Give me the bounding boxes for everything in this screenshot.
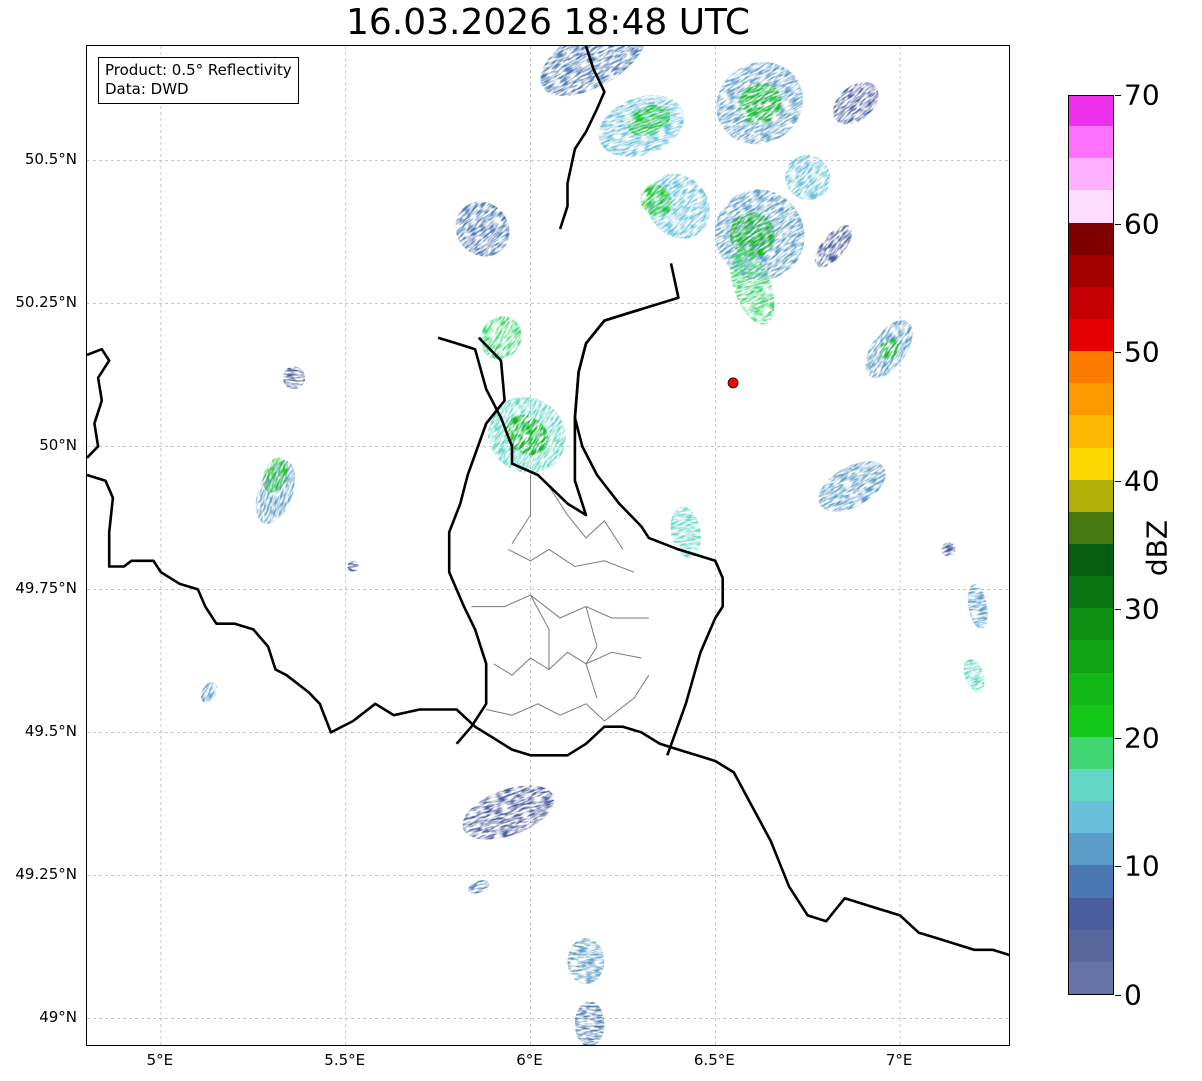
- lat-tick-label: 50.5°N: [24, 150, 77, 169]
- radar-echo: [200, 682, 218, 703]
- country-borders: [87, 46, 1009, 957]
- product-text: Product: 0.5° Reflectivity: [105, 61, 292, 79]
- radar-echo: [468, 880, 490, 894]
- colorbar-segment: [1069, 511, 1113, 544]
- country-border-line: [573, 263, 725, 756]
- colorbar-segment: [1069, 961, 1113, 994]
- country-border-line: [447, 336, 506, 745]
- colorbar-segment: [1069, 318, 1113, 352]
- radar-echo: [347, 560, 359, 573]
- lon-tick-label: 6°E: [516, 1051, 543, 1069]
- radar-echo: [462, 785, 555, 840]
- colorbar-label: dBZ: [1140, 519, 1174, 577]
- lon-tick-label: 6.5°E: [693, 1051, 735, 1069]
- radar-echo: [567, 938, 605, 985]
- data-source-text: Data: DWD: [105, 80, 189, 98]
- colorbar-segment: [1069, 607, 1113, 641]
- colorbar-tick-label: 60: [1124, 207, 1160, 241]
- region-border-line: [508, 548, 635, 573]
- region-border-line: [493, 651, 642, 676]
- colorbar-segment: [1069, 864, 1113, 898]
- colorbar-tick-label: 10: [1124, 849, 1160, 883]
- radar-echo: [967, 583, 988, 630]
- lon-tick-label: 5.5°E: [324, 1051, 366, 1069]
- colorbar-segment: [1069, 736, 1113, 769]
- region-border-line: [486, 674, 650, 722]
- colorbar-segment: [1069, 382, 1113, 416]
- colorbar-segment: [1069, 414, 1113, 448]
- colorbar-segment: [1069, 221, 1113, 255]
- region-border-line: [471, 594, 649, 619]
- radar-site-layer: [727, 377, 739, 389]
- colorbar-segment: [1069, 189, 1113, 223]
- radar-map-canvas: [87, 46, 1009, 1045]
- colorbar-tick-label: 0: [1124, 978, 1142, 1012]
- region-border-line: [585, 606, 598, 699]
- radar-echo: [833, 82, 879, 125]
- colorbar-tick-mark: [1115, 866, 1121, 868]
- radar-echo: [455, 201, 510, 257]
- region-border-line: [530, 594, 550, 670]
- colorbar-segment: [1069, 96, 1113, 127]
- colorbar-segment: [1069, 639, 1113, 673]
- colorbar-tick-mark: [1115, 609, 1121, 611]
- colorbar-tick-label: 20: [1124, 721, 1160, 755]
- lat-tick-label: 49°N: [39, 1008, 77, 1027]
- radar-echo: [963, 658, 985, 692]
- colorbar-segment: [1069, 575, 1113, 609]
- colorbar-segment: [1069, 896, 1113, 930]
- colorbar-segment: [1069, 446, 1113, 480]
- lat-tick-label: 49.25°N: [15, 865, 77, 884]
- radar-echo: [574, 1001, 605, 1045]
- lat-tick-label: 50°N: [39, 436, 77, 455]
- region-border-line: [511, 475, 531, 544]
- lat-tick-label: 49.5°N: [24, 722, 77, 741]
- lat-tick-label: 50.25°N: [15, 293, 77, 312]
- colorbar-tick-mark: [1115, 352, 1121, 354]
- lon-tick-label: 7°E: [885, 1051, 913, 1069]
- colorbar-tick-mark: [1115, 737, 1121, 739]
- colorbar-tick-mark: [1115, 995, 1121, 996]
- colorbar-segment: [1069, 704, 1113, 737]
- colorbar-segment: [1069, 800, 1113, 834]
- map-title: 16.03.2026 18:48 UTC: [345, 2, 751, 43]
- colorbar-tick-mark: [1115, 95, 1121, 96]
- region-borders: [471, 475, 650, 722]
- colorbar-segment: [1069, 543, 1113, 577]
- colorbar-segment: [1069, 832, 1113, 866]
- colorbar-segment: [1069, 157, 1113, 191]
- country-border-line: [87, 347, 111, 459]
- colorbar-segment: [1069, 350, 1113, 384]
- colorbar-segment: [1069, 254, 1113, 287]
- radar-echo: [818, 461, 886, 512]
- graticule: [87, 46, 1009, 1045]
- colorbar-tick-label: 30: [1124, 592, 1160, 626]
- colorbar-tick-label: 40: [1124, 464, 1160, 498]
- dbz-colorbar: [1068, 95, 1114, 995]
- lat-tick-label: 49.75°N: [15, 579, 77, 598]
- lon-tick-label: 5°E: [146, 1051, 174, 1069]
- colorbar-segment: [1069, 479, 1113, 512]
- colorbar-tick-label: 50: [1124, 335, 1160, 369]
- colorbar-segment: [1069, 125, 1113, 159]
- radar-echo: [940, 542, 956, 557]
- radar-map[interactable]: Product: 0.5° Reflectivity Data: DWD: [86, 45, 1010, 1046]
- radar-echo: [814, 225, 853, 268]
- colorbar-segment: [1069, 671, 1113, 705]
- colorbar-segment: [1069, 286, 1113, 319]
- product-info-box: Product: 0.5° Reflectivity Data: DWD: [98, 57, 299, 104]
- colorbar-segment: [1069, 929, 1113, 962]
- radar-echo: [282, 366, 306, 390]
- colorbar-tick-mark: [1115, 223, 1121, 225]
- colorbar-tick-mark: [1115, 480, 1121, 482]
- reflectivity-echoes: [200, 46, 988, 1045]
- radar-site-marker: [727, 377, 739, 389]
- country-border-line: [87, 473, 1009, 957]
- colorbar-tick-label: 70: [1124, 78, 1160, 112]
- colorbar-segment: [1069, 768, 1113, 802]
